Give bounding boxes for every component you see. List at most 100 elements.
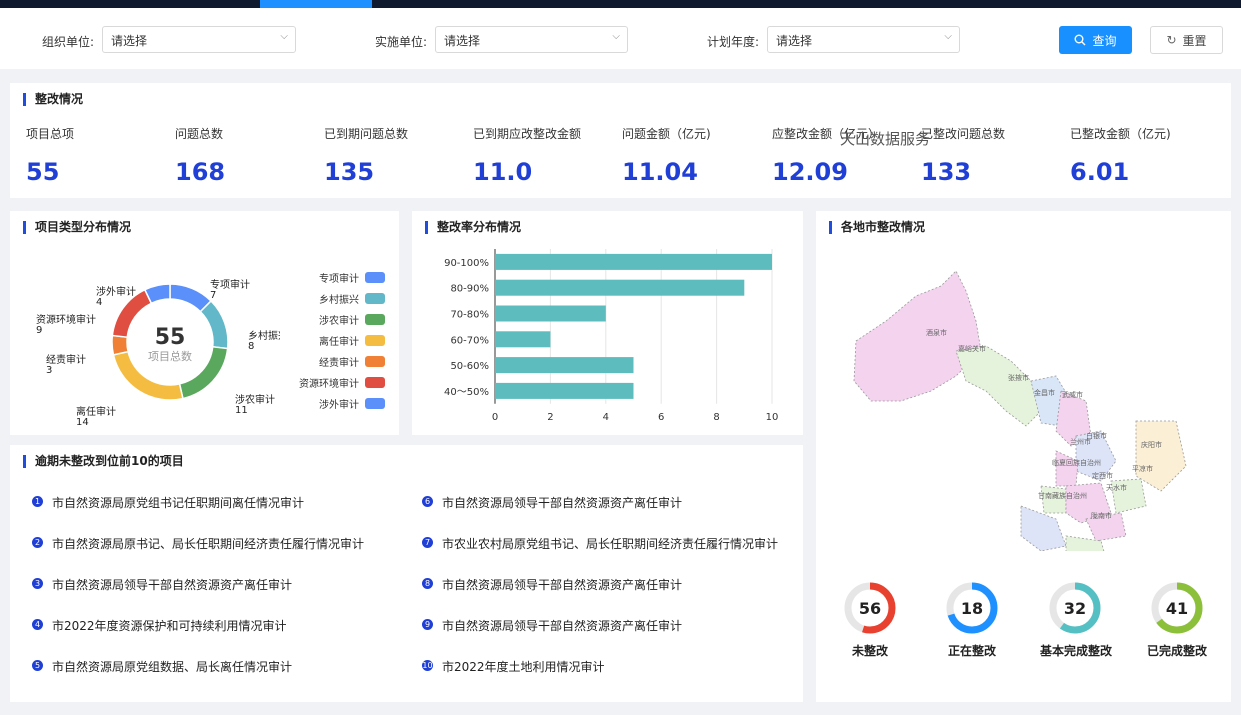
- plan-year-label: 计划年度:: [707, 35, 760, 49]
- province-map: [853, 270, 1187, 551]
- x-tick-label: 0: [492, 412, 498, 423]
- map-region-jiuquan[interactable]: [853, 270, 982, 402]
- stat-item: 已到期应改整改金额 11.0: [473, 125, 581, 186]
- donut-slice-value: 11: [235, 405, 248, 416]
- legend-label: 涉外审计: [319, 400, 359, 411]
- chevron-down-icon: ⌵: [944, 31, 952, 42]
- overdue-list-item[interactable]: 9 市自然资源局领导干部自然资源资产离任审计: [422, 617, 778, 658]
- legend-item[interactable]: 涉外审计: [285, 393, 385, 414]
- legend-item[interactable]: 涉农审计: [285, 309, 385, 330]
- overdue-list-item[interactable]: 4 市2022年度资源保护和可持续利用情况审计: [32, 617, 364, 658]
- donut-slice[interactable]: [199, 299, 229, 350]
- x-tick-label: 10: [766, 412, 779, 423]
- overdue-list-left: 1 市自然资源局原党组书记任职期间离任情况审计 2 市自然资源局原书记、局长任职期…: [32, 494, 364, 699]
- legend-label: 资源环境审计: [299, 379, 359, 390]
- filter-bar: 组织单位: 请选择 ⌵ 实施单位: 请选择 ⌵ 计划年度: 请选择 ⌵ 查询 ↻…: [0, 8, 1241, 69]
- active-nav-indicator[interactable]: [260, 0, 372, 8]
- x-tick-label: 2: [547, 412, 553, 423]
- rank-badge: 2: [32, 537, 43, 548]
- overdue-list-item[interactable]: 8 市自然资源局领导干部自然资源资产离任审计: [422, 576, 778, 617]
- bar[interactable]: [495, 253, 772, 270]
- rank-badge: 4: [32, 619, 43, 630]
- org-unit-label: 组织单位:: [42, 35, 95, 49]
- stat-label: 问题总数: [175, 127, 224, 141]
- x-tick-label: 4: [603, 412, 609, 423]
- legend-item[interactable]: 经责审计: [285, 351, 385, 372]
- query-button[interactable]: 查询: [1059, 26, 1132, 54]
- donut-slice-value: 9: [36, 325, 42, 336]
- overdue-list-item[interactable]: 3 市自然资源局领导干部自然资源资产离任审计: [32, 576, 364, 617]
- bar[interactable]: [495, 305, 606, 322]
- overdue-list-item[interactable]: 10 市2022年度土地利用情况审计: [422, 658, 778, 699]
- map-region-lanzhou[interactable]: [1055, 450, 1079, 487]
- status-ring[interactable]: 56 未整改: [835, 580, 905, 659]
- city-label: 酒泉市: [926, 329, 947, 337]
- stat-item: 项目总项 55: [26, 125, 74, 186]
- y-category-label: 40～50%: [444, 387, 489, 398]
- legend-item[interactable]: 资源环境审计: [285, 372, 385, 393]
- legend-swatch: [365, 293, 385, 304]
- ring-label: 正在整改: [947, 644, 996, 658]
- donut-slice[interactable]: [111, 334, 129, 356]
- ring-graphic: 18: [946, 582, 998, 634]
- plan-year-select[interactable]: 请选择 ⌵: [767, 26, 960, 53]
- org-unit-select[interactable]: 请选择 ⌵: [102, 26, 296, 53]
- query-button-label: 查询: [1092, 33, 1117, 48]
- overdue-item-text: 市自然资源局原书记、局长任职期间经济责任履行情况审计: [52, 537, 365, 551]
- legend-item[interactable]: 乡村振兴: [285, 288, 385, 309]
- stat-label: 问题金额（亿元): [622, 127, 711, 141]
- bar[interactable]: [495, 331, 551, 348]
- refresh-icon: ↻: [1166, 33, 1177, 47]
- ring-value: 32: [1064, 599, 1086, 618]
- ring-graphic: 56: [844, 582, 896, 634]
- donut-slice-value: 4: [96, 297, 102, 308]
- legend-item[interactable]: 专项审计: [285, 267, 385, 288]
- status-ring[interactable]: 18 正在整改: [937, 580, 1007, 659]
- legend-swatch: [365, 398, 385, 409]
- stat-label: 已整改问题总数: [921, 127, 1006, 141]
- legend-label: 乡村振兴: [319, 295, 359, 306]
- stat-value: 55: [26, 158, 60, 186]
- legend-label: 涉农审计: [319, 316, 359, 327]
- legend-swatch: [365, 314, 385, 325]
- city-label: 天水市: [1106, 484, 1127, 492]
- status-ring[interactable]: 41 已完成整改: [1142, 580, 1212, 659]
- city-label: 临夏回族自治州: [1052, 459, 1101, 467]
- city-label: 定西市: [1092, 472, 1113, 480]
- overdue-item-text: 市自然资源局领导干部自然资源资产离任审计: [442, 578, 683, 592]
- project-type-card: 项目类型分布情况 专项审计 7 乡村振兴 8 涉农审计 11 离任审计 14 经责审计 3 资源环境…: [10, 211, 399, 435]
- donut-slice-name: 资源环境审计: [36, 313, 96, 326]
- bar[interactable]: [495, 357, 634, 374]
- y-category-label: 80-90%: [450, 284, 489, 295]
- overdue-item-text: 市自然资源局原党组数据、局长离任情况审计: [52, 660, 293, 674]
- city-label: 兰州市: [1070, 438, 1091, 446]
- legend-item[interactable]: 离任审计: [285, 330, 385, 351]
- donut-center-label: 项目总数: [148, 349, 192, 363]
- summary-title: 整改情况: [23, 93, 83, 106]
- x-tick-label: 6: [658, 412, 664, 423]
- city-label: 庆阳市: [1141, 441, 1162, 449]
- legend-label: 专项审计: [319, 274, 359, 285]
- overdue-list-item[interactable]: 5 市自然资源局原党组数据、局长离任情况审计: [32, 658, 364, 699]
- map-region-qingyang[interactable]: [1135, 420, 1187, 492]
- overdue-list-item[interactable]: 7 市农业农村局原党组书记、局长任职期间经济责任履行情况审计: [422, 535, 778, 576]
- bar[interactable]: [495, 279, 745, 296]
- legend-swatch: [365, 377, 385, 388]
- donut-chart: 专项审计7乡村振兴8涉农审计11离任审计14经责审计3资源环境审计9涉外审计45…: [36, 278, 280, 428]
- rank-badge: 9: [422, 619, 433, 630]
- impl-unit-select[interactable]: 请选择 ⌵: [435, 26, 628, 53]
- impl-unit-label: 实施单位:: [375, 35, 428, 49]
- reset-button[interactable]: ↻ 重置: [1150, 26, 1223, 54]
- stat-label: 已到期问题总数: [324, 127, 409, 141]
- overdue-list-item[interactable]: 2 市自然资源局原书记、局长任职期间经济责任履行情况审计: [32, 535, 364, 576]
- search-icon: [1074, 34, 1086, 46]
- rank-badge: 5: [32, 660, 43, 671]
- status-ring[interactable]: 32 基本完成整改: [1040, 580, 1112, 659]
- map-region-zhangye[interactable]: [955, 345, 1042, 427]
- overdue-list-item[interactable]: 6 市自然资源局领导干部自然资源资产离任审计: [422, 494, 778, 535]
- top-nav-bar: [0, 0, 1241, 8]
- stat-label: 已整改金额（亿元): [1070, 127, 1171, 141]
- bar[interactable]: [495, 382, 634, 399]
- overdue-list-item[interactable]: 1 市自然资源局原党组书记任职期间离任情况审计: [32, 494, 364, 535]
- city-label: 甘南藏族自治州: [1038, 492, 1087, 500]
